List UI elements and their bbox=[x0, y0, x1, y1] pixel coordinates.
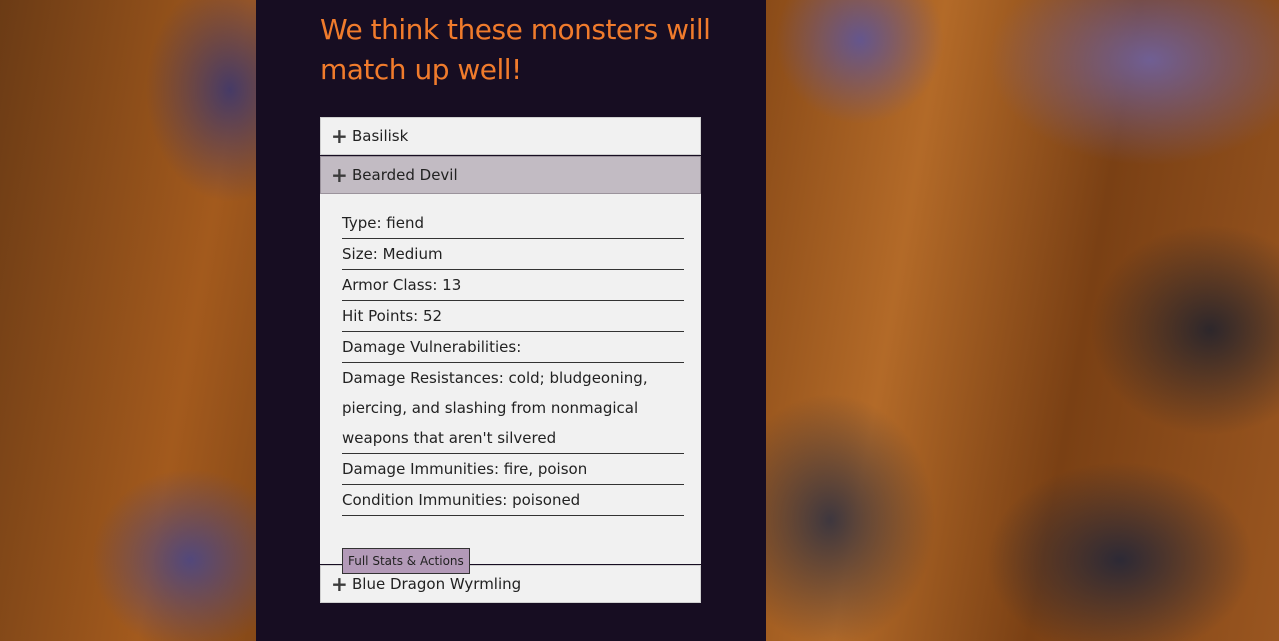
stat-size: Size: Medium bbox=[342, 239, 684, 270]
main-panel: We think these monsters will match up we… bbox=[256, 0, 766, 641]
page-heading: We think these monsters will match up we… bbox=[320, 13, 711, 86]
stat-condition-immunities: Condition Immunities: poisoned bbox=[342, 485, 684, 516]
accordion-header-label: Basilisk bbox=[352, 127, 409, 145]
stat-damage-vulnerabilities: Damage Vulnerabilities: bbox=[342, 332, 684, 363]
stat-type: Type: fiend bbox=[342, 208, 684, 239]
accordion-header-basilisk[interactable]: + Basilisk bbox=[320, 117, 701, 155]
plus-icon: + bbox=[331, 572, 348, 596]
accordion-header-bearded-devil[interactable]: + Bearded Devil bbox=[320, 156, 701, 194]
stat-armor-class: Armor Class: 13 bbox=[342, 270, 684, 301]
accordion-header-label: Bearded Devil bbox=[352, 166, 458, 184]
monster-accordion: + Basilisk + Bearded Devil Type: fiend S… bbox=[320, 117, 701, 603]
stat-list: Type: fiend Size: Medium Armor Class: 13… bbox=[342, 208, 684, 516]
stat-damage-resistances: Damage Resistances: cold; bludgeoning, p… bbox=[342, 363, 684, 454]
full-stats-button[interactable]: Full Stats & Actions bbox=[342, 548, 470, 574]
plus-icon: + bbox=[331, 163, 348, 187]
accordion-body-bearded-devil: Type: fiend Size: Medium Armor Class: 13… bbox=[320, 194, 701, 574]
stat-damage-immunities: Damage Immunities: fire, poison bbox=[342, 454, 684, 485]
plus-icon: + bbox=[331, 124, 348, 148]
stat-hit-points: Hit Points: 52 bbox=[342, 301, 684, 332]
accordion-header-label: Blue Dragon Wyrmling bbox=[352, 575, 522, 593]
